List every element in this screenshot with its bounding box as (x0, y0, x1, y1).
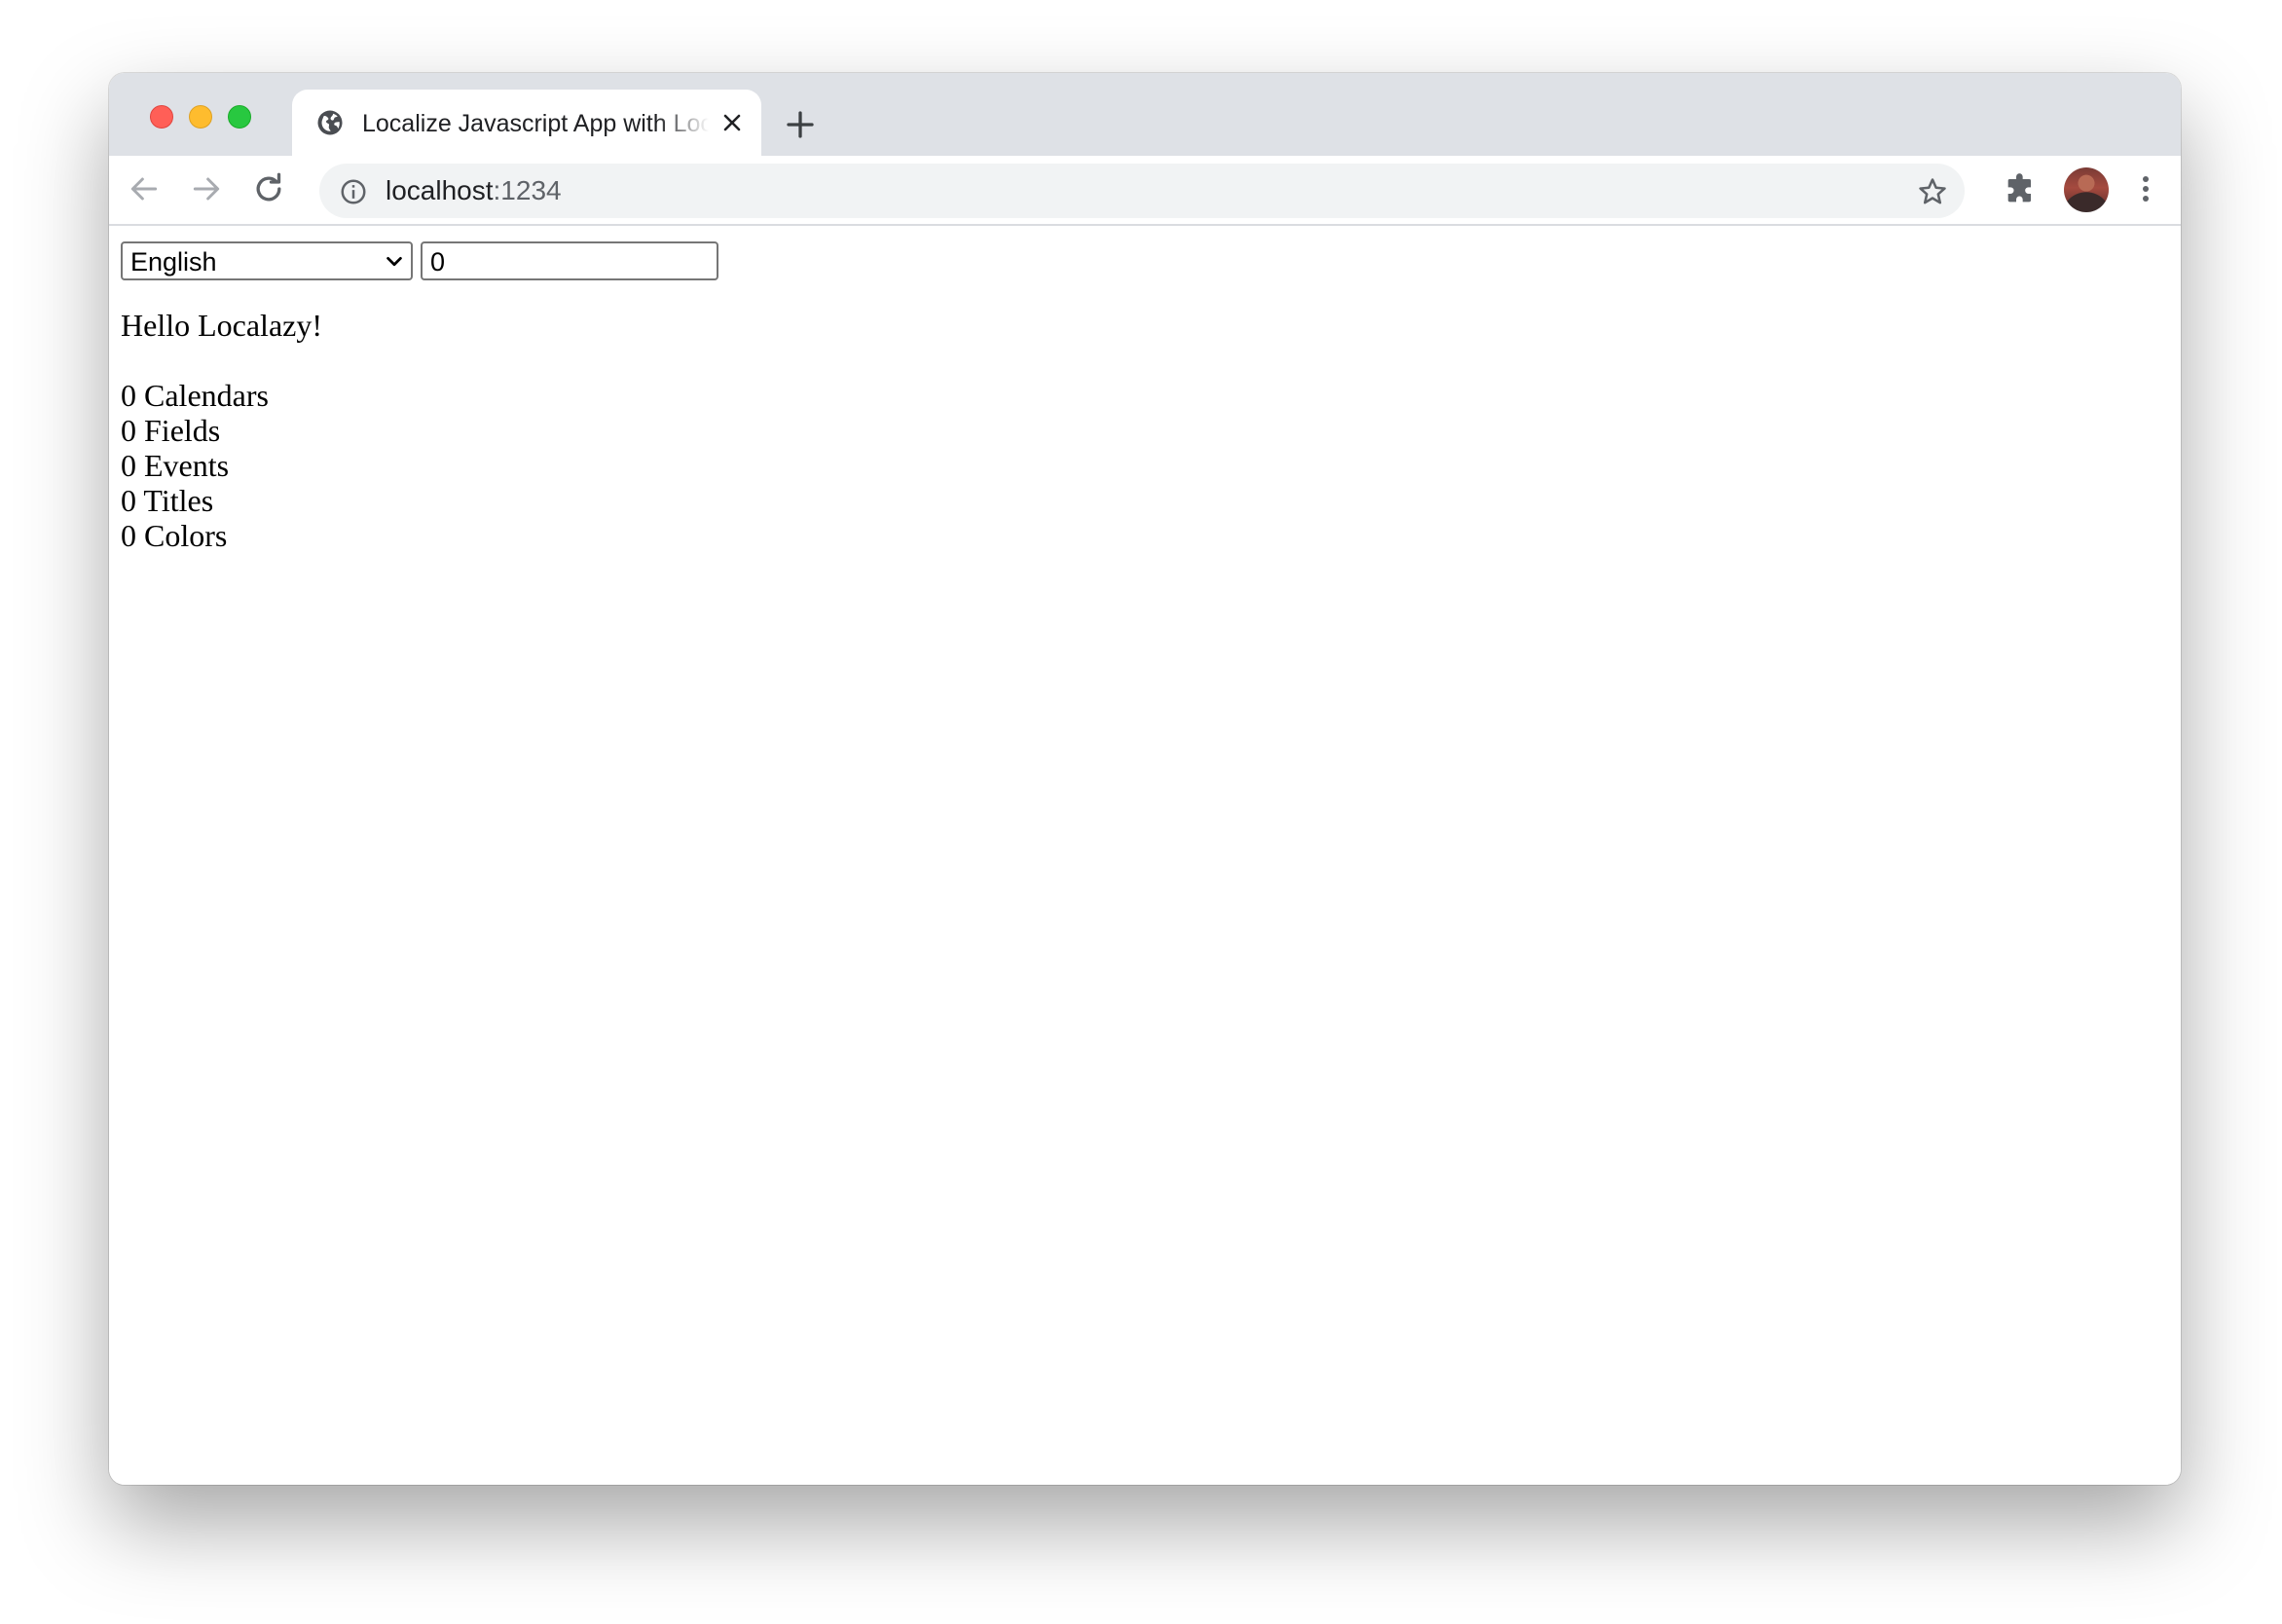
count-colors: 0 Colors (121, 518, 228, 553)
url-text: localhost:1234 (386, 173, 562, 208)
profile-avatar[interactable] (2064, 167, 2109, 212)
count-input-value: 0 (430, 247, 446, 277)
bookmark-star-icon[interactable] (1916, 175, 1949, 208)
extensions-button[interactable] (2002, 169, 2041, 208)
address-bar[interactable]: localhost:1234 (319, 164, 1965, 218)
count-fields: 0 Fields (121, 413, 221, 448)
puzzle-piece-icon (2007, 173, 2031, 203)
tab-close-icon[interactable] (718, 109, 746, 136)
arrow-left-icon (130, 177, 158, 201)
tab-strip: Localize Javascript App with Localazy (109, 73, 2181, 156)
screenshot-stage: Localize Javascript App with Localazy (0, 0, 2282, 1624)
forward-button[interactable] (187, 169, 226, 208)
tab-active[interactable]: Localize Javascript App with Localazy (292, 90, 761, 156)
browser-window: Localize Javascript App with Localazy (109, 73, 2181, 1485)
greeting-text: Hello Localazy! (121, 308, 322, 343)
count-input[interactable]: 0 (421, 241, 718, 280)
browser-menu-button[interactable] (2126, 169, 2165, 208)
close-window-button[interactable] (150, 105, 173, 129)
url-host: localhost (386, 175, 494, 205)
globe-icon (317, 110, 343, 135)
zoom-window-button[interactable] (228, 105, 251, 129)
chevron-down-icon (386, 256, 402, 267)
arrow-right-icon (193, 177, 220, 201)
reload-icon (256, 172, 281, 202)
language-select-value: English (130, 247, 217, 277)
count-titles: 0 Titles (121, 483, 214, 518)
count-events: 0 Events (121, 448, 230, 483)
url-port: :1234 (493, 175, 562, 205)
reload-button[interactable] (249, 169, 288, 208)
page-content: English 0 Hello Localazy! 0 Calendars 0 … (109, 226, 2181, 1485)
new-tab-icon[interactable] (783, 107, 818, 142)
more-vert-icon (2143, 176, 2149, 202)
language-select[interactable]: English (121, 241, 413, 280)
back-button[interactable] (125, 169, 164, 208)
browser-toolbar: localhost:1234 (109, 156, 2181, 226)
site-info-icon[interactable] (339, 177, 368, 206)
counts-list: 0 Calendars 0 Fields 0 Events 0 Titles 0… (121, 378, 269, 553)
tab-title: Localize Javascript App with Localazy (362, 110, 709, 137)
minimize-window-button[interactable] (189, 105, 212, 129)
count-calendars: 0 Calendars (121, 378, 269, 413)
